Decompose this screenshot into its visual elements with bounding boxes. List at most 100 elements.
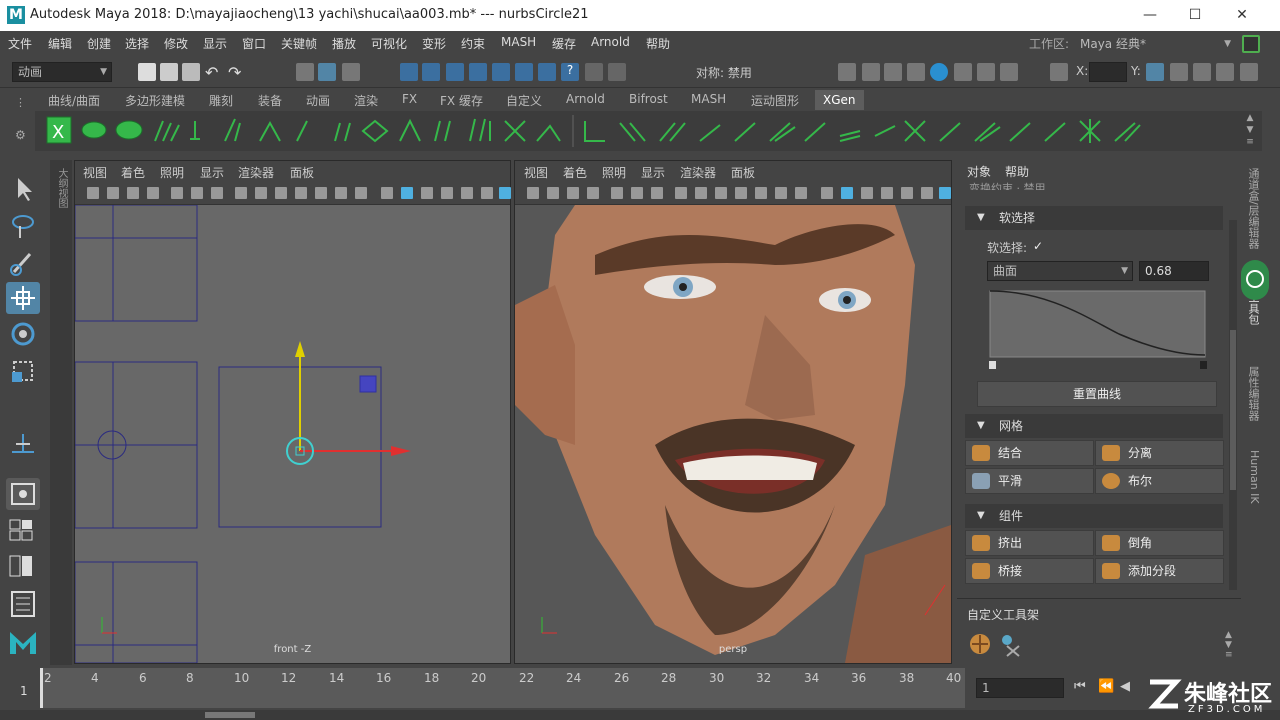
vp-menu-show[interactable]: 显示 bbox=[641, 164, 665, 181]
minimize-button[interactable]: — bbox=[1138, 4, 1162, 26]
front-viewport-toolbar[interactable] bbox=[75, 183, 511, 205]
menu-window[interactable]: 窗口 bbox=[242, 35, 266, 52]
select-hierarchy-icon[interactable] bbox=[296, 63, 314, 81]
tab-fx[interactable]: FX bbox=[402, 92, 417, 106]
soft-selection-section[interactable]: ▼ 软选择 bbox=[965, 206, 1223, 230]
bevel-button[interactable]: 倒角 bbox=[1095, 530, 1224, 556]
mesh-section[interactable]: ▼ 网格 bbox=[965, 414, 1223, 438]
help-icon[interactable]: ? bbox=[561, 63, 579, 81]
workspace-dropdown[interactable]: Maya 经典* ▼ bbox=[1074, 34, 1236, 54]
tab-fx-caching[interactable]: FX 缓存 bbox=[440, 92, 483, 109]
hypershade-icon[interactable] bbox=[930, 63, 948, 81]
panel-menu-object[interactable]: 对象 bbox=[967, 163, 991, 180]
soft-selection-checkbox[interactable]: ✓ bbox=[1033, 239, 1043, 253]
light-editor-icon[interactable] bbox=[977, 63, 995, 81]
front-viewport[interactable]: 视图 着色 照明 显示 渲染器 面板 front -Z bbox=[74, 160, 511, 664]
tab-motion-graphics[interactable]: 运动图形 bbox=[751, 92, 799, 109]
modeling-toolkit-icon[interactable] bbox=[1146, 63, 1164, 81]
menu-key[interactable]: 关键帧 bbox=[281, 35, 317, 52]
menu-select[interactable]: 选择 bbox=[125, 35, 149, 52]
open-scene-icon[interactable] bbox=[160, 63, 178, 81]
snap-center-icon[interactable] bbox=[538, 63, 556, 81]
playhead[interactable] bbox=[40, 668, 43, 708]
snap-live-icon[interactable] bbox=[515, 63, 533, 81]
separate-button[interactable]: 分离 bbox=[1095, 440, 1224, 466]
falloff-radius-field[interactable]: 0.68 bbox=[1139, 261, 1209, 281]
outliner-strip[interactable]: 大纲视图 bbox=[50, 160, 72, 665]
snap-view-icon[interactable] bbox=[469, 63, 487, 81]
paint-select-icon[interactable] bbox=[6, 246, 40, 278]
tab-custom[interactable]: 自定义 bbox=[506, 92, 542, 109]
combine-button[interactable]: 结合 bbox=[965, 440, 1094, 466]
extrude-button[interactable]: 挤出 bbox=[965, 530, 1094, 556]
menu-deform[interactable]: 变形 bbox=[422, 35, 446, 52]
lock-icon[interactable] bbox=[1242, 35, 1260, 53]
tab-arnold[interactable]: Arnold bbox=[566, 92, 605, 106]
vp-menu-renderer[interactable]: 渲染器 bbox=[238, 164, 274, 181]
custom-shelf-scroll-icon[interactable]: ▲ ▼ ≡ bbox=[1225, 630, 1233, 660]
tab-bifrost[interactable]: Bifrost bbox=[629, 92, 668, 106]
tab-mash[interactable]: MASH bbox=[691, 92, 726, 106]
menu-visualize[interactable]: 可视化 bbox=[371, 35, 407, 52]
panel-scrollbar[interactable] bbox=[1229, 220, 1237, 590]
lasso-tool-icon[interactable] bbox=[6, 210, 40, 242]
snap-grid-icon[interactable] bbox=[400, 63, 418, 81]
falloff-mode-dropdown[interactable]: 曲面 ▼ bbox=[987, 261, 1133, 281]
shelf-options-icon[interactable]: ⋮ bbox=[15, 96, 27, 109]
xgen-shelf-icons[interactable]: X bbox=[35, 111, 1262, 151]
save-scene-icon[interactable] bbox=[182, 63, 200, 81]
four-view-icon[interactable] bbox=[6, 514, 40, 546]
symmetry-label[interactable]: 对称: 禁用 bbox=[696, 64, 752, 81]
channel-box-icon[interactable] bbox=[1240, 63, 1258, 81]
select-object-icon[interactable] bbox=[318, 63, 336, 81]
tab-curves-surfaces[interactable]: 曲线/曲面 bbox=[48, 92, 100, 109]
vp-menu-lighting[interactable]: 照明 bbox=[160, 164, 184, 181]
current-frame-field[interactable]: 1 bbox=[976, 678, 1064, 698]
two-view-icon[interactable] bbox=[6, 550, 40, 582]
persp-viewport[interactable]: 视图 着色 照明 显示 渲染器 面板 persp bbox=[514, 160, 952, 664]
move-tool-icon[interactable] bbox=[6, 282, 40, 314]
redo-icon[interactable]: ↷ bbox=[228, 63, 246, 82]
go-to-start-icon[interactable]: ⏮ bbox=[1074, 679, 1086, 694]
menu-modify[interactable]: 修改 bbox=[164, 35, 188, 52]
tab-xgen[interactable]: XGen bbox=[815, 90, 864, 110]
tab-rendering[interactable]: 渲染 bbox=[354, 92, 378, 109]
reset-curve-button[interactable]: 重置曲线 bbox=[977, 381, 1217, 407]
time-ruler[interactable]: 2 4 6 8 10 12 14 16 18 20 22 24 26 28 30… bbox=[40, 668, 965, 708]
character-icon[interactable] bbox=[1170, 63, 1188, 81]
scale-tool-icon[interactable] bbox=[6, 354, 40, 386]
attribute-editor-icon[interactable] bbox=[1193, 63, 1211, 81]
menu-playback[interactable]: 播放 bbox=[332, 35, 356, 52]
vp-menu-lighting[interactable]: 照明 bbox=[602, 164, 626, 181]
snap-curve-icon[interactable] bbox=[422, 63, 440, 81]
menu-constrain[interactable]: 约束 bbox=[461, 35, 485, 52]
menu-edit[interactable]: 编辑 bbox=[48, 35, 72, 52]
close-button[interactable]: ✕ bbox=[1230, 4, 1254, 26]
render-view-icon[interactable] bbox=[838, 63, 856, 81]
maximize-button[interactable]: ☐ bbox=[1183, 4, 1207, 26]
bridge-button[interactable]: 桥接 bbox=[965, 558, 1094, 584]
soft-mod-icon[interactable] bbox=[6, 426, 40, 458]
menu-cache[interactable]: 缓存 bbox=[552, 35, 576, 52]
vp-menu-show[interactable]: 显示 bbox=[200, 164, 224, 181]
falloff-curve-graph[interactable] bbox=[989, 289, 1207, 369]
tab-human-ik[interactable]: Human IK bbox=[1247, 450, 1261, 504]
transform-icon[interactable] bbox=[1050, 63, 1068, 81]
tab-rigging[interactable]: 装备 bbox=[258, 92, 282, 109]
vp-menu-view[interactable]: 视图 bbox=[524, 164, 548, 181]
menu-help[interactable]: 帮助 bbox=[646, 35, 670, 52]
time-slider[interactable]: 1 2 4 6 8 10 12 14 16 18 20 22 24 26 28 … bbox=[0, 668, 1280, 720]
vp-menu-panels[interactable]: 面板 bbox=[731, 164, 755, 181]
single-view-icon[interactable] bbox=[6, 478, 40, 510]
vp-menu-panels[interactable]: 面板 bbox=[290, 164, 314, 181]
tab-channel-box[interactable]: 通道盒/层编辑器 bbox=[1247, 168, 1261, 249]
vp-menu-renderer[interactable]: 渲染器 bbox=[680, 164, 716, 181]
snap-surface-icon[interactable] bbox=[492, 63, 510, 81]
x-field[interactable] bbox=[1089, 62, 1127, 82]
vp-menu-shading[interactable]: 着色 bbox=[563, 164, 587, 181]
prev-key-icon[interactable]: ◀ bbox=[1120, 679, 1130, 694]
render-frame-icon[interactable] bbox=[862, 63, 880, 81]
shelf-gear-icon[interactable]: ⚙ bbox=[15, 128, 29, 142]
tab-poly-modeling[interactable]: 多边形建模 bbox=[125, 92, 185, 109]
persp-viewport-toolbar[interactable] bbox=[515, 183, 951, 205]
